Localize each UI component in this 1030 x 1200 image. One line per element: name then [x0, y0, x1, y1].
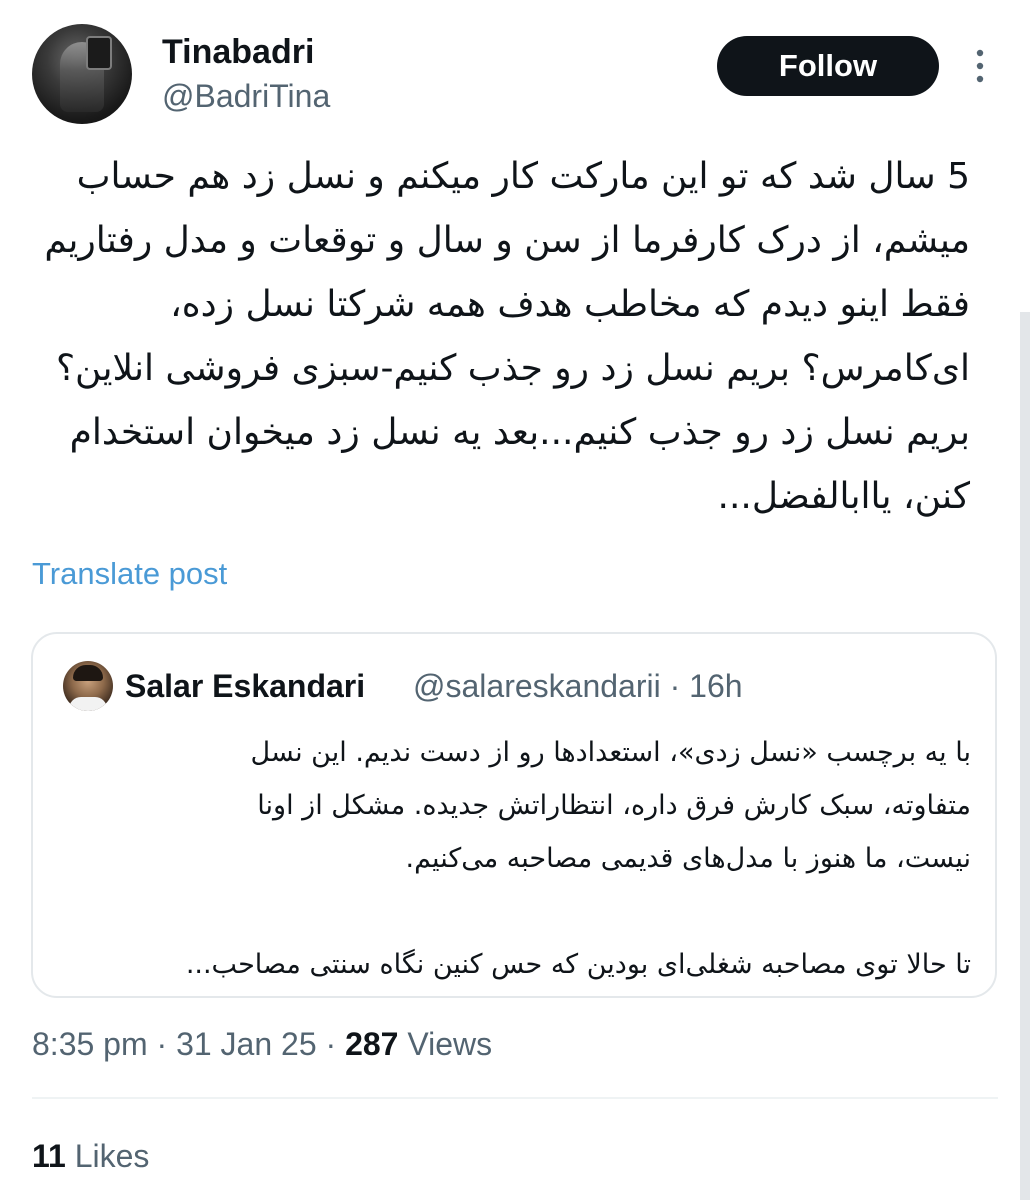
author-handle[interactable]: @BadriTina [162, 76, 330, 116]
post-time[interactable]: 8:35 pm [32, 1026, 148, 1062]
meta-separator-1: · [156, 1026, 168, 1062]
more-vertical-icon[interactable] [968, 46, 992, 86]
scrollbar-track[interactable] [1020, 312, 1030, 1200]
quote-separator: · [669, 668, 681, 704]
quote-avatar-shirt [69, 697, 107, 711]
post-date[interactable]: 31 Jan 25 [176, 1026, 317, 1062]
more-vertical-icon-graphic [976, 49, 984, 83]
quoted-post[interactable]: Salar Eskandari @salareskandarii · 16h ب… [31, 632, 997, 998]
translate-post-link[interactable]: Translate post [32, 554, 227, 594]
author-avatar[interactable] [32, 24, 132, 124]
avatar-phone [86, 36, 112, 70]
quote-avatar-hair [73, 665, 103, 681]
likes-label: Likes [74, 1138, 150, 1174]
views-label: Views [407, 1026, 493, 1062]
post-text: 5 سال شد که تو این مارکت کار میکنم و نسل… [44, 156, 970, 517]
quote-meta: @salareskandarii · 16h [413, 666, 743, 706]
quote-age: 16h [689, 668, 743, 704]
likes-stat[interactable]: 11 Likes [32, 1136, 149, 1176]
quote-author-handle: @salareskandarii [413, 668, 661, 704]
author-name[interactable]: Tinabadri [162, 32, 314, 72]
follow-button[interactable]: Follow [717, 36, 939, 96]
divider [32, 1097, 998, 1099]
quote-author-avatar [63, 661, 113, 711]
quote-author-name: Salar Eskandari [125, 668, 366, 704]
post-header: Tinabadri @BadriTina Follow [32, 24, 998, 128]
views-count: 287 [345, 1026, 399, 1062]
likes-count: 11 [32, 1138, 66, 1174]
meta-separator-2: · [325, 1026, 337, 1062]
quote-text: با یه برچسب «نسل زدی»، استعدادها رو از د… [185, 737, 971, 980]
post-timestamp: 8:35 pm · 31 Jan 25 · 287 Views [32, 1024, 492, 1064]
